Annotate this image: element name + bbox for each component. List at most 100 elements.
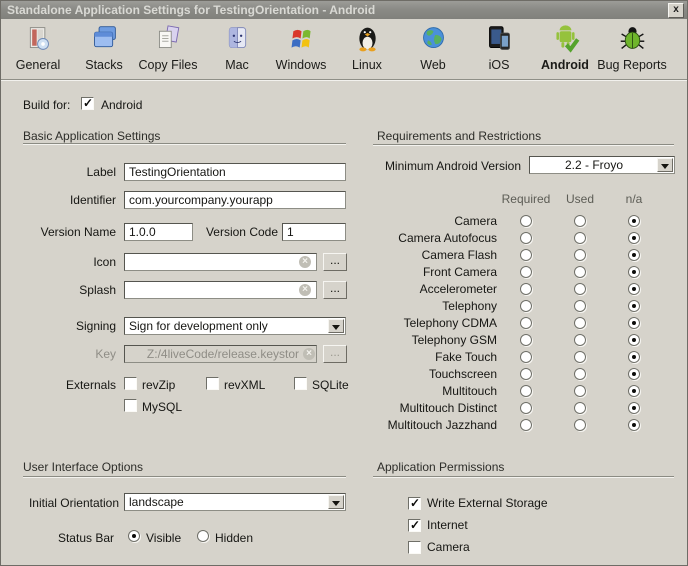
- feature-required-radio[interactable]: [520, 385, 532, 397]
- min-android-version-label: Minimum Android Version: [361, 159, 521, 173]
- dropdown-arrow-icon[interactable]: [657, 158, 673, 172]
- feature-na-radio[interactable]: [628, 283, 640, 295]
- feature-used-radio[interactable]: [574, 300, 586, 312]
- feature-required-radio[interactable]: [520, 215, 532, 227]
- build-for-option-label: Android: [101, 98, 142, 112]
- feature-na-radio[interactable]: [628, 402, 640, 414]
- icon-browse-button[interactable]: ...: [323, 253, 347, 271]
- section-requirements: Requirements and Restrictions: [377, 129, 541, 143]
- section-ui-options: User Interface Options: [23, 460, 143, 474]
- identifier-input[interactable]: com.yourcompany.yourapp: [124, 191, 346, 209]
- version-name-input[interactable]: 1.0.0: [124, 223, 193, 241]
- identifier-label: Identifier: [23, 193, 116, 207]
- feature-label: Camera Autofocus: [361, 231, 499, 245]
- feature-used-radio[interactable]: [574, 402, 586, 414]
- feature-required-radio[interactable]: [520, 317, 532, 329]
- feature-na-radio[interactable]: [628, 266, 640, 278]
- feature-used-radio[interactable]: [574, 334, 586, 346]
- signing-dropdown[interactable]: Sign for development only: [124, 317, 346, 335]
- stacks-icon: [90, 24, 119, 56]
- feature-na-radio[interactable]: [628, 232, 640, 244]
- tab-label: iOS: [489, 58, 510, 72]
- feature-row: Telephony: [361, 297, 659, 314]
- permission-checkbox[interactable]: [408, 519, 421, 532]
- dropdown-arrow-icon[interactable]: [328, 495, 344, 509]
- splash-label: Splash: [23, 283, 116, 297]
- feature-used-radio[interactable]: [574, 317, 586, 329]
- clear-icon[interactable]: [299, 284, 311, 296]
- version-code-input[interactable]: 1: [282, 223, 346, 241]
- feature-used-radio[interactable]: [574, 215, 586, 227]
- feature-used-radio[interactable]: [574, 419, 586, 431]
- feature-required-radio[interactable]: [520, 419, 532, 431]
- feature-na-radio[interactable]: [628, 215, 640, 227]
- feature-na-radio[interactable]: [628, 419, 640, 431]
- feature-used-radio[interactable]: [574, 232, 586, 244]
- splash-input[interactable]: [124, 281, 317, 299]
- feature-required-radio[interactable]: [520, 351, 532, 363]
- title-bar[interactable]: Standalone Application Settings for Test…: [1, 1, 687, 19]
- feature-required-radio[interactable]: [520, 334, 532, 346]
- external-sqlite-checkbox[interactable]: [294, 377, 307, 390]
- feature-row: Camera Autofocus: [361, 229, 659, 246]
- feature-required-radio[interactable]: [520, 266, 532, 278]
- feature-required-radio[interactable]: [520, 300, 532, 312]
- feature-row: Multitouch Jazzhand: [361, 416, 659, 433]
- feature-na-radio[interactable]: [628, 368, 640, 380]
- label-field-label: Label: [23, 165, 116, 179]
- feature-required-radio[interactable]: [520, 249, 532, 261]
- feature-required-radio[interactable]: [520, 232, 532, 244]
- feature-na-radio[interactable]: [628, 317, 640, 329]
- tab-label: Linux: [352, 58, 382, 72]
- external-revxml-checkbox[interactable]: [206, 377, 219, 390]
- feature-used-radio[interactable]: [574, 266, 586, 278]
- feature-used-radio[interactable]: [574, 283, 586, 295]
- feature-na-radio[interactable]: [628, 334, 640, 346]
- splash-browse-button[interactable]: ...: [323, 281, 347, 299]
- initial-orientation-dropdown[interactable]: landscape: [124, 493, 346, 511]
- feature-label: Multitouch Jazzhand: [361, 418, 499, 432]
- min-android-version-dropdown[interactable]: 2.2 - Froyo: [529, 156, 675, 174]
- feature-label: Fake Touch: [361, 350, 499, 364]
- feature-na-radio[interactable]: [628, 385, 640, 397]
- permission-row: Internet: [408, 514, 548, 536]
- build-for-checkbox[interactable]: [81, 97, 94, 110]
- status-bar-visible-radio[interactable]: [128, 530, 140, 542]
- window-title: Standalone Application Settings for Test…: [7, 3, 375, 17]
- feature-na-radio[interactable]: [628, 300, 640, 312]
- label-input[interactable]: TestingOrientation: [124, 163, 346, 181]
- feature-required-radio[interactable]: [520, 283, 532, 295]
- status-bar-hidden-radio[interactable]: [197, 530, 209, 542]
- key-browse-button: ...: [323, 345, 347, 363]
- feature-used-radio[interactable]: [574, 351, 586, 363]
- version-name-label: Version Name: [23, 225, 116, 239]
- external-mysql-checkbox[interactable]: [124, 399, 137, 412]
- external-revzip-checkbox[interactable]: [124, 377, 137, 390]
- feature-used-radio[interactable]: [574, 249, 586, 261]
- feature-row: Telephony CDMA: [361, 314, 659, 331]
- feature-na-radio[interactable]: [628, 249, 640, 261]
- external-mysql-label: MySQL: [142, 400, 182, 414]
- windows-icon: [287, 24, 316, 56]
- dropdown-arrow-icon[interactable]: [328, 319, 344, 333]
- feature-row: Multitouch: [361, 382, 659, 399]
- feature-used-radio[interactable]: [574, 368, 586, 380]
- feature-used-radio[interactable]: [574, 385, 586, 397]
- permission-checkbox[interactable]: [408, 497, 421, 510]
- section-divider: [23, 143, 346, 144]
- feature-required-radio[interactable]: [520, 402, 532, 414]
- feature-required-radio[interactable]: [520, 368, 532, 380]
- version-code-label: Version Code: [197, 225, 278, 239]
- close-icon[interactable]: x: [668, 3, 684, 18]
- clear-icon[interactable]: [299, 256, 311, 268]
- feature-na-radio[interactable]: [628, 351, 640, 363]
- tab-bug-reports[interactable]: Bug Reports: [589, 24, 675, 72]
- permission-checkbox[interactable]: [408, 541, 421, 554]
- mac-icon: [223, 24, 252, 56]
- section-permissions: Application Permissions: [377, 460, 504, 474]
- icon-input[interactable]: [124, 253, 317, 271]
- external-revzip-label: revZip: [142, 378, 175, 392]
- feature-label: Touchscreen: [361, 367, 499, 381]
- icon-label: Icon: [23, 255, 116, 269]
- tab-label: Mac: [225, 58, 249, 72]
